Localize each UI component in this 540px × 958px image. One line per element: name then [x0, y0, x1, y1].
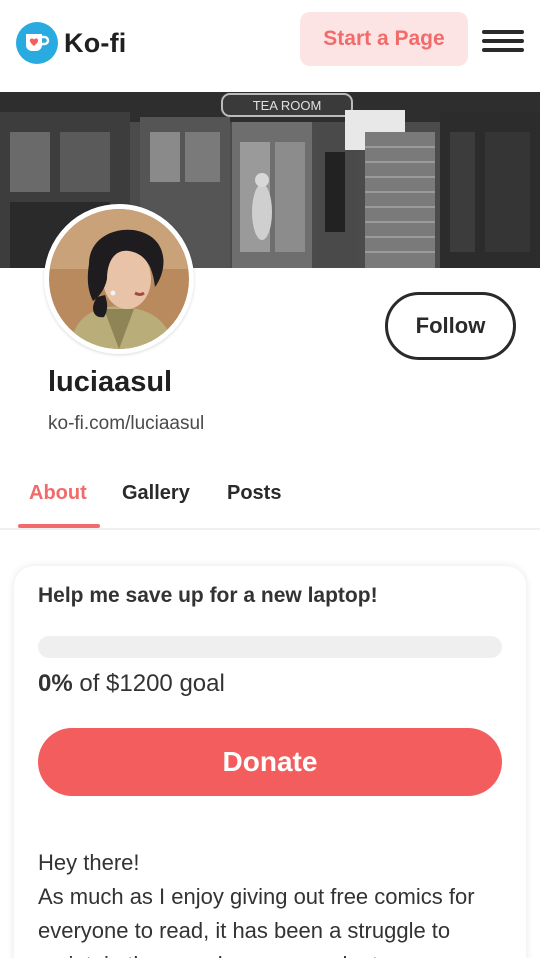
- profile-url: ko-fi.com/luciaasul: [48, 413, 205, 434]
- profile-tabs: About Gallery Posts: [0, 470, 540, 530]
- profile-avatar[interactable]: [44, 204, 194, 354]
- tab-posts[interactable]: Posts: [227, 482, 281, 505]
- kofi-logo[interactable]: Ko-fi: [16, 22, 126, 64]
- goal-card: Help me save up for a new laptop! 0% of …: [14, 566, 526, 958]
- goal-progress-text: 0% of $1200 goal: [38, 670, 225, 698]
- goal-title: Help me save up for a new laptop!: [38, 584, 378, 607]
- tab-about[interactable]: About: [29, 482, 87, 505]
- donate-button[interactable]: Donate: [38, 728, 502, 796]
- goal-amount-text: of $1200 goal: [79, 670, 225, 697]
- hamburger-menu-icon[interactable]: [482, 28, 526, 56]
- tab-gallery[interactable]: Gallery: [122, 482, 190, 505]
- goal-percent: 0%: [38, 670, 73, 697]
- follow-button[interactable]: Follow: [385, 292, 516, 360]
- kofi-cup-icon: [16, 22, 58, 64]
- goal-progress-bar: [38, 636, 502, 658]
- profile-username: luciaasul: [48, 366, 173, 398]
- top-bar: Ko-fi Start a Page: [0, 0, 540, 92]
- logo-text: Ko-fi: [64, 27, 127, 58]
- banner-sign-text: TEA ROOM: [253, 98, 322, 113]
- about-description: Hey there! As much as I enjoy giving out…: [38, 846, 508, 958]
- about-body: As much as I enjoy giving out free comic…: [38, 884, 475, 958]
- about-greeting: Hey there!: [38, 850, 140, 875]
- start-a-page-button[interactable]: Start a Page: [300, 12, 468, 66]
- active-tab-indicator: [18, 524, 100, 528]
